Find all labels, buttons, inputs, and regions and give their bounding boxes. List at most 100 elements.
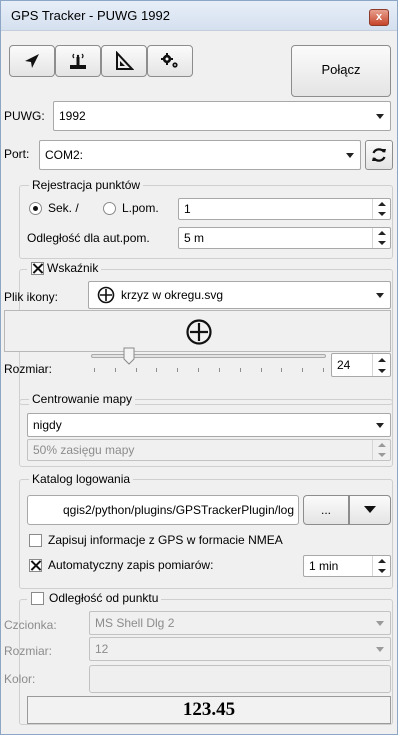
port-label: Port: [4, 147, 30, 161]
indicator-size-spinbox-value: 24 [337, 358, 351, 372]
increment-icon[interactable] [373, 228, 390, 238]
gps-tool-button[interactable] [55, 45, 101, 77]
centering-mode-value: nigdy [33, 418, 62, 432]
close-button[interactable]: x [369, 9, 389, 26]
centering-range-value: 50% zasięgu mapy [33, 443, 135, 457]
circle-cross-icon [186, 319, 212, 345]
icon-file-label: Plik ikony: [4, 290, 59, 304]
slider-tick [239, 368, 241, 372]
font-select[interactable]: MS Shell Dlg 2 [89, 611, 391, 635]
nmea-checkbox[interactable] [29, 534, 42, 547]
distance-display: 123.45 [27, 696, 391, 724]
puwg-select[interactable]: 1992 [53, 101, 391, 131]
chevron-down-icon [340, 141, 360, 169]
chevron-down-icon [370, 102, 390, 130]
autosave-label[interactable]: Automatyczny zapis pomiarów: [48, 558, 213, 572]
connect-button-label: Połącz [321, 62, 361, 77]
refresh-icon [372, 148, 386, 162]
log-path-input[interactable]: qgis2/python/plugins/GPSTrackerPlugin/lo… [27, 495, 299, 525]
increment-icon[interactable] [373, 199, 390, 209]
puwg-label: PUWG: [4, 109, 45, 123]
log-path-menu-button[interactable] [349, 495, 391, 525]
increment-icon[interactable] [373, 354, 390, 365]
autosave-checkbox[interactable] [29, 559, 42, 572]
chevron-down-icon [370, 282, 390, 308]
color-label: Kolor: [4, 672, 36, 686]
slider-tick [156, 368, 158, 372]
distance-checkbox[interactable] [31, 592, 44, 605]
slider-tick [302, 368, 304, 372]
indicator-size-label: Rozmiar: [4, 362, 53, 376]
close-icon: x [375, 11, 383, 23]
radio-sec[interactable] [29, 202, 42, 215]
slider-tick [281, 368, 283, 372]
slider-tick [177, 368, 179, 372]
distance-size-select[interactable]: 12 [89, 637, 391, 661]
browse-log-path-button[interactable]: ... [303, 495, 349, 525]
decrement-icon[interactable] [373, 238, 390, 248]
icon-file-select-value: krzyz w okregu.svg [121, 288, 224, 302]
gears-icon [161, 53, 178, 68]
indicator-checkbox[interactable] [31, 262, 44, 275]
slider-handle[interactable] [123, 347, 135, 365]
measure-tool-button[interactable] [101, 45, 147, 77]
slider-tick [260, 368, 262, 372]
registration-group-title: Rejestracja punktów [29, 178, 144, 192]
radio-sec-label[interactable]: Sek. / [48, 201, 79, 215]
settings-tool-button[interactable] [147, 45, 193, 77]
slider-tick [198, 368, 200, 372]
puwg-select-value: 1992 [59, 109, 86, 123]
gps-tracker-window: GPS Tracker - PUWG 1992 x Połącz PUWG: 1… [0, 0, 398, 735]
auto-distance-spinbox-value: 5 m [184, 231, 205, 245]
decrement-icon[interactable] [373, 450, 390, 460]
slider-tick [114, 368, 116, 372]
interval-spinbox[interactable]: 1 [178, 198, 391, 220]
decrement-icon[interactable] [373, 566, 390, 576]
log-path-value: qgis2/python/plugins/GPSTrackerPlugin/lo… [62, 503, 294, 517]
font-select-value: MS Shell Dlg 2 [95, 616, 175, 630]
interval-spinbox-value: 1 [184, 202, 191, 216]
radio-point[interactable] [103, 202, 116, 215]
slider-tick [218, 368, 220, 372]
chevron-down-icon [364, 506, 376, 513]
centering-mode-select[interactable]: nigdy [27, 413, 391, 437]
font-label: Czcionka: [4, 618, 57, 632]
slider-tick [94, 368, 95, 372]
distance-group-title: Odległość od punktu [27, 591, 162, 605]
chevron-down-icon [370, 612, 390, 634]
color-picker-button[interactable] [89, 665, 391, 693]
slider-tick [135, 368, 137, 372]
distance-size-value: 12 [95, 642, 109, 656]
centering-range-spinbox[interactable]: 50% zasięgu mapy [27, 439, 391, 461]
decrement-icon[interactable] [373, 209, 390, 219]
increment-icon[interactable] [373, 556, 390, 566]
autosave-interval-spinbox[interactable]: 1 min [303, 555, 391, 577]
decrement-icon[interactable] [373, 365, 390, 376]
autosave-interval-value: 1 min [309, 559, 339, 573]
circle-cross-icon [97, 286, 115, 304]
increment-icon[interactable] [373, 440, 390, 450]
icon-file-select[interactable]: krzyz w okregu.svg [88, 281, 391, 309]
centering-group-title: Centrowanie mapy [29, 392, 136, 406]
icon-preview [4, 310, 391, 352]
slider-tick [323, 368, 324, 372]
indicator-size-spinbox[interactable]: 24 [331, 353, 391, 377]
nmea-label[interactable]: Zapisuj informacje z GPS w formacie NMEA [48, 533, 283, 547]
auto-distance-spinbox[interactable]: 5 m [178, 227, 391, 249]
window-title: GPS Tracker - PUWG 1992 [11, 8, 170, 23]
port-select-value: COM2: [45, 148, 84, 162]
connect-button[interactable]: Połącz [291, 45, 391, 97]
chevron-down-icon [370, 638, 390, 660]
port-select[interactable]: COM2: [39, 140, 361, 170]
title-bar[interactable]: GPS Tracker - PUWG 1992 x [1, 1, 397, 31]
navigation-tool-button[interactable] [9, 45, 55, 77]
triangle-ruler-icon [116, 51, 134, 70]
browse-button-label: ... [320, 503, 331, 517]
refresh-ports-button[interactable] [365, 140, 393, 170]
chevron-down-icon [370, 414, 390, 436]
logging-group-title: Katalog logowania [29, 472, 134, 486]
auto-distance-label: Odległość dla aut.pom. [27, 231, 150, 245]
distance-display-value: 123.45 [182, 699, 236, 720]
radio-point-label[interactable]: L.pom. [122, 201, 159, 215]
gps-antenna-icon [70, 53, 86, 69]
